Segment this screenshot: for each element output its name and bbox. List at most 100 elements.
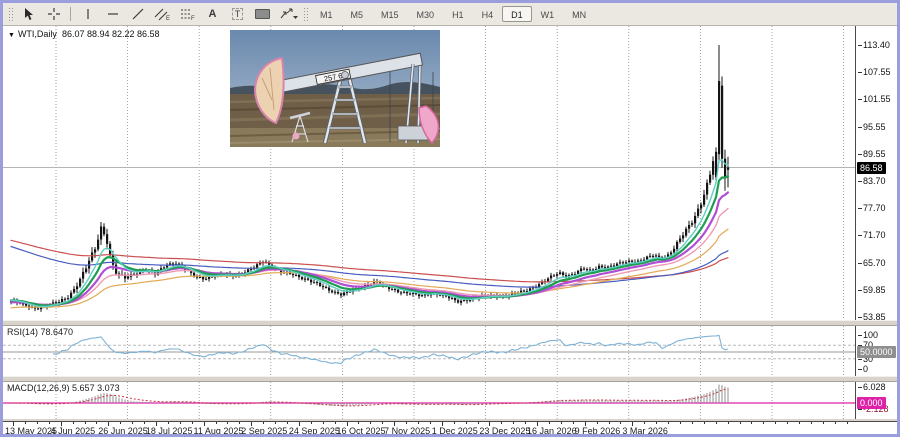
date-minor-tick bbox=[823, 422, 824, 424]
date-minor-tick bbox=[311, 422, 312, 424]
arrows-tool[interactable] bbox=[275, 5, 300, 23]
toolbar: E FAT M1M5M15M30H1H4D1W1MN bbox=[3, 3, 897, 26]
date-minor-tick bbox=[418, 422, 419, 424]
date-minor-tick bbox=[275, 422, 276, 424]
date-minor-tick bbox=[835, 422, 836, 424]
price-axis-label: 77.70 bbox=[858, 203, 886, 213]
date-minor-tick bbox=[192, 422, 193, 424]
main-chart-plot[interactable]: ▼WTI,Daily 86.07 88.94 82.22 86.58 bbox=[3, 26, 855, 320]
rsi-chart bbox=[3, 326, 855, 376]
timeframes-group: M1M5M15M30H1H4D1W1MN bbox=[311, 6, 595, 22]
rsi-plot[interactable]: RSI(14) 78.6470 bbox=[3, 326, 855, 376]
date-minor-tick bbox=[85, 422, 86, 424]
main-chart-row: ▼WTI,Daily 86.07 88.94 82.22 86.58 bbox=[3, 26, 897, 320]
price-axis-label: 71.70 bbox=[858, 230, 886, 240]
date-minor-tick bbox=[609, 422, 610, 424]
toolbar-grip bbox=[8, 7, 13, 21]
date-label: 16 Oct 2025 bbox=[336, 426, 385, 434]
date-minor-tick bbox=[668, 422, 669, 424]
symbol-name: WTI,Daily bbox=[18, 29, 57, 39]
rectangle-tool[interactable] bbox=[250, 5, 275, 23]
chart-window-inner: E FAT M1M5M15M30H1H4D1W1MN ▼WTI,Daily 86.… bbox=[3, 3, 897, 434]
trendline-tool[interactable] bbox=[125, 5, 150, 23]
oil-pumpjack-photo[interactable]: 257 6 bbox=[230, 30, 440, 147]
date-minor-tick bbox=[573, 422, 574, 424]
cursor-tool[interactable] bbox=[16, 5, 41, 23]
date-label: 13 May 2025 bbox=[5, 426, 57, 434]
macd-plot[interactable]: MACD(12,26,9) 5.657 3.073 bbox=[3, 382, 855, 419]
date-minor-tick bbox=[501, 422, 502, 424]
symbol-label[interactable]: ▼WTI,Daily 86.07 88.94 82.22 86.58 bbox=[8, 29, 160, 39]
rsi-value: 78.6470 bbox=[41, 327, 74, 337]
date-label: 24 Sep 2025 bbox=[289, 426, 340, 434]
date-minor-tick bbox=[597, 422, 598, 424]
timeframe-h4[interactable]: H4 bbox=[473, 6, 503, 22]
date-minor-tick bbox=[716, 422, 717, 424]
date-axis[interactable]: 13 May 20254 Jun 202526 Jun 202518 Jul 2… bbox=[3, 422, 897, 434]
date-minor-tick bbox=[549, 422, 550, 424]
date-minor-tick bbox=[466, 422, 467, 424]
date-label: 1 Dec 2025 bbox=[432, 426, 478, 434]
date-minor-tick bbox=[799, 422, 800, 424]
svg-text:F: F bbox=[191, 16, 195, 21]
macd-values: 5.657 3.073 bbox=[72, 383, 120, 393]
date-label: 23 Dec 2025 bbox=[479, 426, 530, 434]
horizontal-line-tool[interactable] bbox=[100, 5, 125, 23]
timeframe-m1[interactable]: M1 bbox=[311, 6, 342, 22]
price-axis-label: 83.70 bbox=[858, 176, 886, 186]
price-axis-label: 113.40 bbox=[858, 40, 890, 50]
date-minor-tick bbox=[120, 422, 121, 424]
macd-label: MACD(12,26,9) bbox=[7, 383, 70, 393]
date-minor-tick bbox=[96, 422, 97, 424]
date-minor-tick bbox=[656, 422, 657, 424]
timeframe-h1[interactable]: H1 bbox=[443, 6, 473, 22]
date-minor-tick bbox=[144, 422, 145, 424]
price-axis-label: 65.70 bbox=[858, 258, 886, 268]
date-minor-tick bbox=[454, 422, 455, 424]
rsi-axis-label: 100 bbox=[858, 330, 878, 340]
equidistant-channel-tool[interactable]: E bbox=[150, 5, 175, 23]
rsi-level-badge: 50.0000 bbox=[857, 346, 896, 358]
timeframe-m30[interactable]: M30 bbox=[408, 6, 444, 22]
date-minor-tick bbox=[763, 422, 764, 424]
date-minor-tick bbox=[620, 422, 621, 424]
macd-zero-badge: 0.000 bbox=[857, 397, 886, 409]
toolbar-separator bbox=[70, 7, 71, 21]
rsi-panel-row: RSI(14) 78.6470 1007030050.0000 bbox=[3, 326, 897, 376]
macd-chart bbox=[3, 382, 855, 419]
macd-axis-top: 6.028 bbox=[858, 382, 886, 392]
drawing-tools-group: E FAT bbox=[16, 5, 300, 23]
date-label: 2 Sep 2025 bbox=[241, 426, 287, 434]
date-minor-tick bbox=[692, 422, 693, 424]
date-label: 9 Feb 2026 bbox=[575, 426, 621, 434]
date-minor-tick bbox=[323, 422, 324, 424]
date-minor-tick bbox=[25, 422, 26, 424]
text-label-tool[interactable]: T bbox=[225, 5, 250, 23]
date-minor-tick bbox=[287, 422, 288, 424]
crosshair-tool[interactable] bbox=[41, 5, 66, 23]
current-price-badge: 86.58 bbox=[857, 162, 886, 174]
timeframe-mn[interactable]: MN bbox=[563, 6, 595, 22]
date-label: 26 Jun 2025 bbox=[98, 426, 148, 434]
price-axis-label: 101.55 bbox=[858, 94, 891, 104]
date-minor-tick bbox=[430, 422, 431, 424]
date-label: 3 Mar 2026 bbox=[622, 426, 668, 434]
macd-axis: 6.028-2.1280.000 bbox=[855, 382, 897, 419]
vertical-line-tool[interactable] bbox=[75, 5, 100, 23]
price-axis-label: 53.85 bbox=[858, 312, 886, 322]
fibonacci-tool[interactable]: F bbox=[175, 5, 200, 23]
timeframe-w1[interactable]: W1 bbox=[532, 6, 564, 22]
date-label: 11 Aug 2025 bbox=[194, 426, 244, 434]
price-axis-label: 89.55 bbox=[858, 149, 886, 159]
date-minor-tick bbox=[180, 422, 181, 424]
timeframe-m5[interactable]: M5 bbox=[342, 6, 373, 22]
timeframe-m15[interactable]: M15 bbox=[372, 6, 408, 22]
price-axis-label: 59.85 bbox=[858, 285, 886, 295]
date-label: 4 Jun 2025 bbox=[51, 426, 96, 434]
svg-text:E: E bbox=[166, 16, 170, 21]
date-minor-tick bbox=[132, 422, 133, 424]
timeframe-d1[interactable]: D1 bbox=[502, 6, 532, 22]
symbol-dropdown-icon[interactable]: ▼ bbox=[8, 32, 15, 39]
text-tool[interactable]: A bbox=[200, 5, 225, 23]
date-label: 16 Jan 2026 bbox=[527, 426, 577, 434]
